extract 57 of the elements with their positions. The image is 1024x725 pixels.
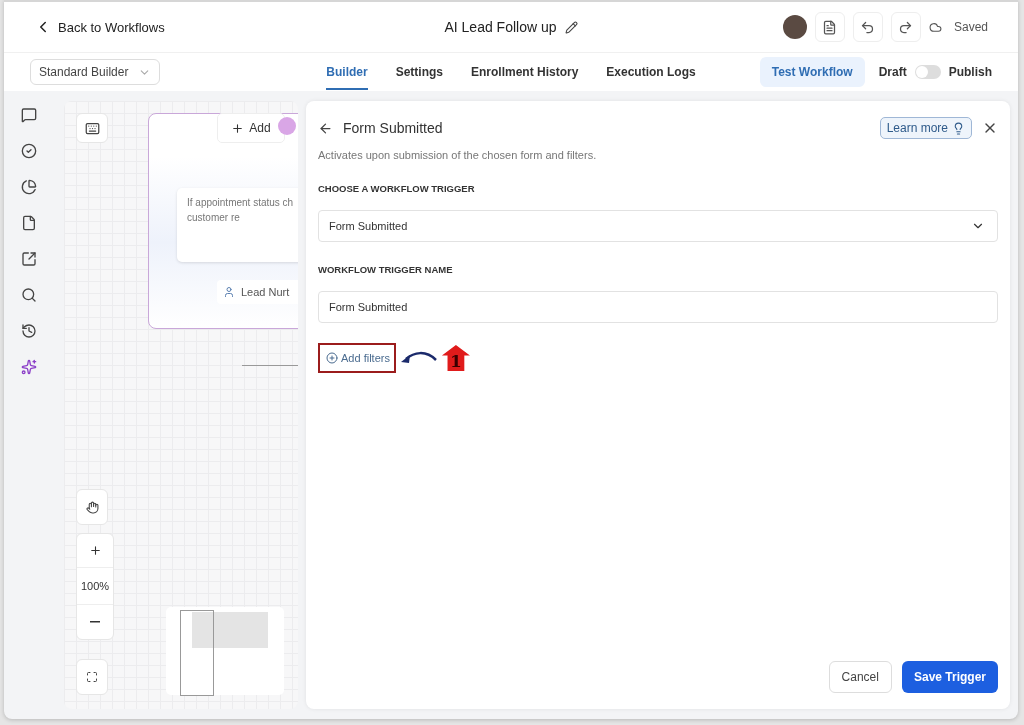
cloud-icon: [928, 20, 942, 34]
panel-description: Activates upon submission of the chosen form and filters.: [318, 149, 598, 161]
back-link[interactable]: Back to Workflows: [34, 18, 165, 36]
check-circle-icon[interactable]: [21, 143, 37, 159]
add-button[interactable]: Add: [217, 113, 285, 143]
cancel-button[interactable]: Cancel: [828, 661, 892, 693]
keyboard-icon: [84, 120, 100, 136]
publish-toggle[interactable]: [914, 65, 941, 79]
notes-button[interactable]: [814, 12, 845, 42]
annotation-arrow: [399, 350, 438, 366]
builder-select[interactable]: Standard Builder: [30, 59, 160, 85]
user-icon: [223, 286, 235, 298]
avatar[interactable]: [782, 15, 807, 39]
redo-button[interactable]: [890, 12, 921, 42]
trigger-name-field[interactable]: Form Submitted: [318, 291, 998, 323]
note-text: If appointment status ch customer re: [177, 188, 298, 262]
chat-icon[interactable]: [21, 107, 37, 123]
expand-icon: [86, 671, 98, 683]
tab[interactable]: Builder: [326, 54, 368, 90]
plus-icon: [231, 121, 245, 135]
publish-label: Publish: [948, 65, 992, 79]
minus-icon: [90, 621, 100, 623]
tab[interactable]: Enrollment History: [471, 54, 579, 90]
sparkle-icon[interactable]: [21, 359, 37, 375]
pan-button[interactable]: [76, 489, 108, 525]
undo-icon: [860, 19, 876, 35]
draft-label: Draft: [878, 65, 907, 79]
zoom-level: 100%: [77, 568, 113, 605]
panel-title: Form Submitted: [343, 120, 444, 136]
document-icon: [822, 19, 838, 35]
lightbulb-icon: [952, 121, 965, 135]
tab[interactable]: Execution Logs: [606, 54, 696, 90]
keyboard-button[interactable]: [76, 113, 108, 143]
saved-status: Saved: [953, 20, 988, 34]
node-tag: Lead Nurt: [217, 280, 298, 304]
step-callout: 1: [441, 345, 470, 371]
search-icon[interactable]: [21, 287, 37, 303]
trigger-select[interactable]: Form Submitted: [318, 210, 998, 242]
edit-icon[interactable]: [564, 20, 578, 34]
workflow-node[interactable]: Add If appointment status ch customer re Lead Nurt: [148, 113, 298, 329]
hand-icon: [85, 500, 99, 514]
field-label: WORKFLOW TRIGGER NAME: [318, 264, 454, 275]
tab[interactable]: Settings: [395, 54, 443, 90]
workflow-title: AI Lead Follow up: [444, 19, 557, 35]
history-icon[interactable]: [21, 323, 37, 339]
plus-circle-icon: [326, 352, 338, 364]
learn-more-button[interactable]: Learn more: [879, 117, 972, 139]
test-workflow-button[interactable]: Test Workflow: [759, 57, 865, 87]
plus-icon: [88, 544, 102, 557]
undo-button[interactable]: [852, 12, 883, 42]
external-link-icon[interactable]: [21, 251, 37, 267]
field-label: CHOOSE A WORKFLOW TRIGGER: [318, 183, 476, 194]
pie-chart-icon[interactable]: [21, 179, 37, 195]
add-filters-link[interactable]: Add filters: [318, 343, 396, 373]
redo-icon: [898, 19, 914, 35]
file-icon[interactable]: [21, 215, 37, 231]
save-trigger-button[interactable]: Save Trigger: [901, 661, 998, 693]
